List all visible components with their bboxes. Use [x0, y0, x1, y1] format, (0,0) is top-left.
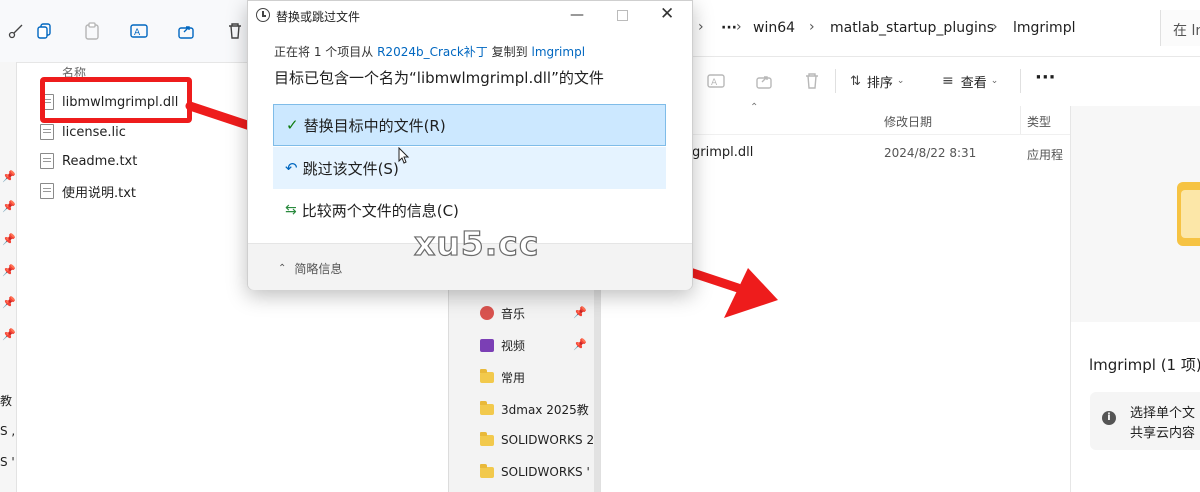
red-highlight-box — [40, 77, 192, 123]
chevron-up-icon: ⌃ — [278, 263, 287, 274]
copy-description: 正在将 1 个项目从 R2024b_Crack补丁 复制到 lmgrimpl — [274, 43, 585, 60]
option-label: 跳过该文件(S) — [302, 159, 399, 178]
maximize-icon[interactable] — [617, 10, 628, 21]
option-label: 比较两个文件的信息(C) — [301, 201, 459, 220]
mouse-cursor-icon — [398, 147, 410, 164]
checkmark-icon: ✓ — [286, 116, 299, 134]
conflict-message: 目标已包含一个名为“libmwlmgrimpl.dll”的文件 — [274, 69, 604, 87]
watermark-text: xu5.cc — [413, 223, 540, 263]
source-folder-link[interactable]: R2024b_Crack补丁 — [377, 45, 488, 59]
skip-file-option[interactable]: ↶ 跳过该文件(S) — [273, 147, 666, 189]
dialog-titlebar[interactable]: 替换或跳过文件 — ✕ — [248, 1, 692, 31]
compare-icon: ⇆ — [285, 202, 297, 218]
clock-icon — [256, 8, 270, 22]
close-icon[interactable]: ✕ — [660, 4, 674, 24]
minimize-icon[interactable]: — — [570, 7, 584, 23]
replace-file-option[interactable]: ✓ 替换目标中的文件(R) — [273, 104, 666, 146]
copy-line-prefix: 正在将 1 个项目从 — [274, 45, 374, 59]
option-label: 替换目标中的文件(R) — [303, 116, 446, 135]
destination-folder-link[interactable]: lmgrimpl — [531, 45, 585, 59]
brief-info-label: 简略信息 — [294, 262, 343, 276]
copy-line-mid: 复制到 — [491, 45, 528, 59]
skip-arrow-icon: ↶ — [285, 159, 298, 177]
brief-info-toggle[interactable]: ⌃ 简略信息 — [278, 260, 342, 277]
dialog-title: 替换或跳过文件 — [276, 10, 361, 24]
arrow-head — [724, 268, 778, 318]
